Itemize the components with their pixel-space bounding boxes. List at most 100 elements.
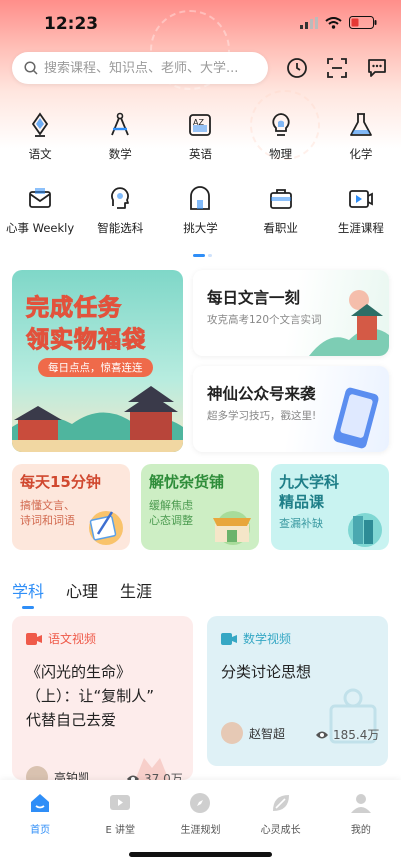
card-title: 精品课 (279, 493, 325, 511)
card-subtitle: 攻克高考120个文言实词 (207, 314, 322, 326)
subject-math[interactable]: 数学 (80, 110, 160, 162)
feed-tag: 语文视频 (48, 632, 97, 646)
message-icon[interactable] (364, 55, 390, 81)
tabbar-label: E 讲堂 (105, 825, 136, 836)
card-subtitle: 心态调整 (149, 514, 193, 527)
subject-chinese[interactable]: 语文 (0, 110, 80, 162)
feature-label: 心事 Weekly (6, 221, 75, 235)
notebook-illustration (89, 511, 123, 545)
feature-careers[interactable]: 看职业 (241, 184, 321, 236)
tabbar-me[interactable]: 我的 (321, 780, 401, 867)
feed-card-math[interactable]: 数学视频 分类讨论思想 赵智超 185.4万 (207, 616, 388, 766)
subject-english[interactable]: AZ 英语 (160, 110, 240, 162)
battery-icon (349, 16, 377, 29)
subject-label: 数学 (108, 147, 132, 161)
search-input[interactable] (44, 60, 244, 76)
scan-icon[interactable] (324, 55, 350, 81)
subject-physics[interactable]: 物理 (241, 110, 321, 162)
compass-icon (189, 792, 211, 814)
nine-subjects-card[interactable]: 九大学科 精品课 查漏补缺 (271, 464, 389, 550)
pavilion-illustration (309, 290, 389, 356)
svg-text:AZ: AZ (193, 118, 204, 127)
building-icon (185, 184, 215, 214)
home-icon (29, 792, 51, 814)
book-az-icon: AZ (185, 110, 215, 140)
card-subtitle: 缓解焦虑 (149, 499, 193, 512)
home-indicator (129, 852, 272, 857)
books-illustration (348, 513, 382, 547)
feature-label: 智能选科 (97, 221, 144, 235)
tab-career[interactable]: 生涯 (120, 578, 152, 602)
tabbar-label: 生涯规划 (180, 825, 221, 836)
feature-label: 生涯课程 (337, 221, 384, 235)
worry-store-card[interactable]: 解忧杂货铺 缓解焦虑 心态调整 (141, 464, 259, 550)
subject-label: 英语 (188, 147, 212, 161)
feed-title-line: 《闪光的生命》 (26, 663, 132, 681)
search-icon (24, 61, 38, 75)
avatar (26, 766, 48, 780)
author-name: 赵智超 (249, 726, 286, 741)
search-bar[interactable] (12, 52, 268, 84)
tabbar-label: 首页 (30, 825, 51, 836)
feed-title-line: 代替自己去爱 (26, 711, 117, 729)
video-tag-icon (26, 632, 42, 645)
feed-title-line: 分类讨论思想 (221, 663, 312, 681)
subject-label: 语文 (28, 147, 52, 161)
feature-label: 看职业 (263, 221, 298, 235)
compass-icon (105, 110, 135, 140)
subject-row-1: 语文 数学 AZ 英语 物理 化学 (0, 110, 401, 162)
brain-icon (105, 184, 135, 214)
feed-title-line: （上）：让“复制人” (26, 687, 155, 705)
promo-title-1: 完成任务 (26, 295, 122, 322)
bulb-icon (266, 110, 296, 140)
subject-label: 化学 (349, 147, 373, 161)
leaf-icon (270, 792, 292, 814)
status-bar: 12:23 (0, 0, 401, 46)
feature-weekly[interactable]: 心事 Weekly (0, 184, 80, 236)
daily-classical-card[interactable]: 每日文言一刻 攻克高考120个文言实词 (193, 270, 389, 356)
feature-pick-university[interactable]: 挑大学 (160, 184, 240, 236)
view-count: 37.0万 (144, 772, 183, 780)
eye-icon (316, 731, 328, 738)
daily-15-minutes-card[interactable]: 每天15分钟 搞懂文言、 诗词和词语 (12, 464, 130, 550)
card-subtitle: 超多学习技巧，戳这里! (207, 410, 317, 422)
tabbar-home[interactable]: 首页 (0, 780, 80, 867)
flask-icon (346, 110, 376, 140)
subject-label: 物理 (269, 147, 293, 161)
subject-chemistry[interactable]: 化学 (321, 110, 401, 162)
card-title: 解忧杂货铺 (149, 473, 225, 491)
status-time: 12:23 (44, 14, 99, 34)
feed-card-chinese[interactable]: 语文视频 《闪光的生命》 （上）：让“复制人” 代替自己去爱 高铂凯 37.0万 (12, 616, 193, 780)
card-title: 九大学科 (279, 473, 340, 491)
public-account-card[interactable]: 神仙公众号来袭 超多学习技巧，戳这里! (193, 366, 389, 452)
author-name: 高铂凯 (54, 770, 91, 781)
wifi-icon (325, 16, 342, 29)
feed-tag: 数学视频 (243, 632, 292, 646)
briefcase-icon (266, 184, 296, 214)
palace-illustration (12, 386, 183, 452)
active-tab-indicator (22, 606, 34, 609)
card-subtitle: 诗词和词语 (20, 514, 75, 527)
task-promo-banner[interactable]: 完成任务 领实物福袋 每日点点，惊喜连连 (12, 270, 183, 452)
pen-icon (25, 110, 55, 140)
user-icon (350, 792, 372, 814)
card-title: 每天15分钟 (20, 473, 101, 491)
tab-subjects[interactable]: 学科 (12, 578, 44, 602)
shop-illustration (213, 511, 251, 545)
envelope-icon (25, 184, 55, 214)
card-title: 神仙公众号来袭 (207, 385, 316, 403)
signal-icon (300, 16, 318, 29)
content-tabs: 学科 心理 生涯 (12, 578, 152, 602)
avatar (221, 722, 243, 744)
tabbar-label: 心灵成长 (260, 825, 301, 836)
card-title: 每日文言一刻 (207, 289, 301, 307)
subject-row-2: 心事 Weekly 智能选科 挑大学 看职业 生涯课程 (0, 184, 401, 236)
tab-psychology[interactable]: 心理 (66, 578, 98, 602)
feature-smart-select[interactable]: 智能选科 (80, 184, 160, 236)
phone-illustration (333, 387, 379, 449)
history-icon[interactable] (284, 55, 310, 81)
feature-career-courses[interactable]: 生涯课程 (321, 184, 401, 236)
feature-label: 挑大学 (183, 221, 218, 235)
card-subtitle: 查漏补缺 (279, 517, 323, 530)
page-indicator (193, 254, 212, 257)
